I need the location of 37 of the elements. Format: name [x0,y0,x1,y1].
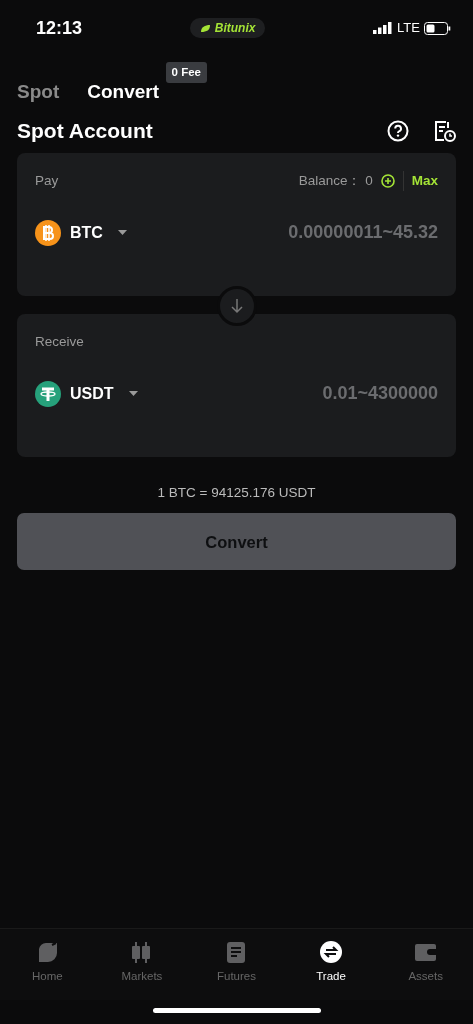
field-label: Receive [35,333,84,352]
help-button[interactable] [387,118,409,143]
leaf-icon [199,23,211,33]
max-button[interactable]: Max [402,171,438,192]
signal-icon [373,22,394,34]
app-pill: Bitunix [189,18,266,38]
coin-selector[interactable]: BTC [35,219,127,246]
page-title: Spot Account [17,118,153,144]
wallet-icon [414,941,438,964]
field-label: Pay [35,172,59,191]
clock-time: 12:13 [36,16,83,40]
nav-tab[interactable]: Markets [94,929,190,1000]
fee-badge: 0 Fee [165,61,207,83]
tether-icon [35,380,61,407]
tab[interactable]: Spot [17,77,60,106]
nav-tab[interactable]: Trade [283,929,379,1000]
amount-range: 0.00000011~45.32 [288,221,438,245]
nav-tab[interactable]: Assets [378,929,473,1000]
arrow-down-icon [229,298,244,315]
nav-tab[interactable]: Home [0,929,95,1000]
caret-icon [117,230,127,236]
deposit-button[interactable] [380,174,395,189]
help-icon [387,120,409,143]
exchange-rate: 1 BTC = 94125.176 USDT [156,484,317,503]
nav-tab[interactable]: Futures [189,929,284,1000]
bitcoin-icon [35,219,61,246]
caret-icon [128,391,138,397]
document-icon [225,941,248,964]
history-button[interactable] [433,118,456,143]
plus-circle-icon [380,174,395,189]
balance-text: Balance： 0 [298,172,373,191]
amount-range: 0.01~4300000 [322,382,438,406]
history-icon [433,120,456,143]
coin-selector[interactable]: USDT [35,380,138,407]
network-label: LTE [397,19,420,38]
swap-icon [319,941,343,964]
battery-icon [424,21,451,35]
